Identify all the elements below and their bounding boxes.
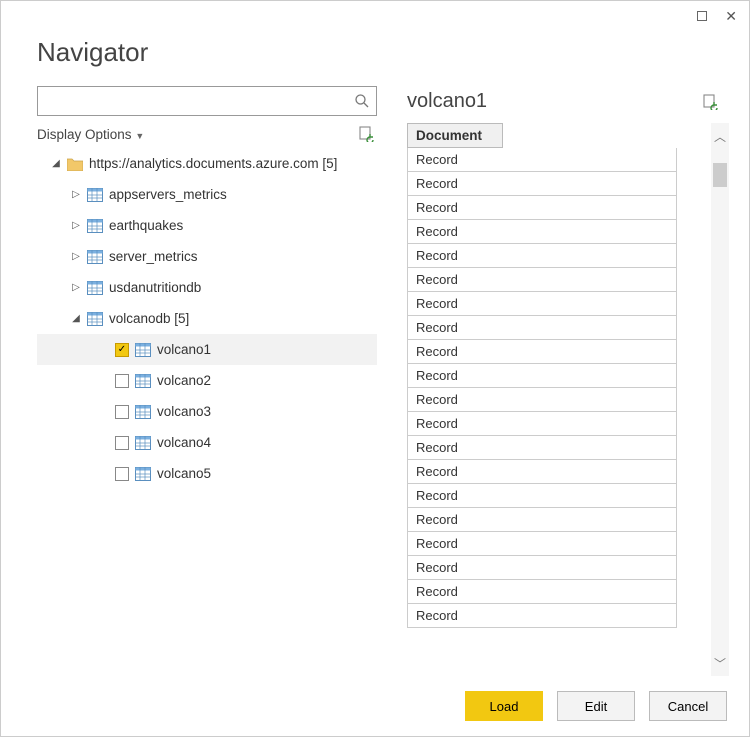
display-options-label: Display Options: [37, 127, 132, 142]
tree-collection-label: volcano4: [157, 435, 211, 450]
tree-collection[interactable]: volcano4: [37, 427, 377, 458]
table-icon: [135, 405, 151, 419]
checkbox-icon[interactable]: [115, 374, 129, 388]
tree-db-label: usdanutritiondb: [109, 280, 201, 295]
folder-icon: [67, 157, 83, 171]
table-icon: [87, 219, 103, 233]
table-icon: [135, 343, 151, 357]
tree-db-label: appservers_metrics: [109, 187, 227, 202]
scrollbar[interactable]: ︿ ﹀: [711, 123, 729, 676]
tree-db[interactable]: ▷ earthquakes: [37, 210, 377, 241]
table-icon: [87, 188, 103, 202]
tree-db-label: server_metrics: [109, 249, 198, 264]
table-row[interactable]: Record: [407, 580, 677, 604]
table-row[interactable]: Record: [407, 220, 677, 244]
column-header-document[interactable]: Document: [407, 123, 503, 148]
tree-db-label: volcanodb [5]: [109, 311, 189, 326]
table-row[interactable]: Record: [407, 364, 677, 388]
tree-db-volcanodb[interactable]: ◢ volcanodb [5]: [37, 303, 377, 334]
titlebar: ✕: [1, 1, 749, 31]
edit-button[interactable]: Edit: [557, 691, 635, 721]
caret-right-icon: ▷: [71, 251, 81, 262]
refresh-icon[interactable]: [359, 126, 375, 142]
tree-db[interactable]: ▷ server_metrics: [37, 241, 377, 272]
checkbox-icon[interactable]: [115, 467, 129, 481]
close-icon[interactable]: ✕: [725, 8, 737, 25]
load-button[interactable]: Load: [465, 691, 543, 721]
table-icon: [135, 436, 151, 450]
right-pane: volcano1 Document RecordRecordRecordReco…: [407, 86, 729, 676]
chevron-down-icon: ▼: [135, 131, 144, 141]
scroll-down-icon[interactable]: ﹀: [711, 650, 729, 676]
preview-title: volcano1: [407, 90, 487, 113]
table-row[interactable]: Record: [407, 292, 677, 316]
table-row[interactable]: Record: [407, 460, 677, 484]
content: Display Options ▼ ◢ https://analytics.do…: [1, 86, 749, 676]
table-icon: [135, 374, 151, 388]
table-row[interactable]: Record: [407, 436, 677, 460]
tree-db[interactable]: ▷ appservers_metrics: [37, 179, 377, 210]
tree-db[interactable]: ▷ usdanutritiondb: [37, 272, 377, 303]
table-icon: [87, 281, 103, 295]
caret-down-icon: ◢: [71, 313, 81, 324]
left-pane: Display Options ▼ ◢ https://analytics.do…: [37, 86, 377, 676]
preview-grid: Document RecordRecordRecordRecordRecordR…: [407, 123, 703, 676]
table-row[interactable]: Record: [407, 148, 677, 172]
table-row[interactable]: Record: [407, 340, 677, 364]
tree-collection[interactable]: volcano2: [37, 365, 377, 396]
table-row[interactable]: Record: [407, 532, 677, 556]
refresh-preview-icon[interactable]: [703, 94, 719, 110]
search-input[interactable]: [44, 93, 354, 110]
caret-right-icon: ▷: [71, 282, 81, 293]
tree-collection-label: volcano5: [157, 466, 211, 481]
scroll-up-icon[interactable]: ︿: [711, 123, 729, 149]
page-title: Navigator: [1, 31, 749, 86]
table-row[interactable]: Record: [407, 508, 677, 532]
tree-db-label: earthquakes: [109, 218, 183, 233]
table-icon: [87, 312, 103, 326]
display-options-row: Display Options ▼: [37, 116, 377, 148]
table-row[interactable]: Record: [407, 484, 677, 508]
tree-collection[interactable]: volcano5: [37, 458, 377, 489]
tree-root-label: https://analytics.documents.azure.com [5…: [89, 156, 337, 171]
tree-collection[interactable]: volcano3: [37, 396, 377, 427]
scrollbar-thumb[interactable]: [713, 163, 727, 187]
table-icon: [135, 467, 151, 481]
preview-body: Document RecordRecordRecordRecordRecordR…: [407, 123, 729, 676]
navigator-window: ✕ Navigator Display Options ▼: [0, 0, 750, 737]
search-box[interactable]: [37, 86, 377, 116]
tree-collection-label: volcano3: [157, 404, 211, 419]
table-row[interactable]: Record: [407, 604, 677, 628]
search-icon[interactable]: [354, 93, 370, 109]
tree: ◢ https://analytics.documents.azure.com …: [37, 148, 377, 489]
caret-down-icon: ◢: [51, 158, 61, 169]
table-row[interactable]: Record: [407, 268, 677, 292]
table-row[interactable]: Record: [407, 316, 677, 340]
tree-collection[interactable]: ✓ volcano1: [37, 334, 377, 365]
caret-right-icon: ▷: [71, 189, 81, 200]
checkbox-icon[interactable]: [115, 436, 129, 450]
table-row[interactable]: Record: [407, 412, 677, 436]
tree-root[interactable]: ◢ https://analytics.documents.azure.com …: [37, 148, 377, 179]
table-row[interactable]: Record: [407, 196, 677, 220]
tree-collection-label: volcano1: [157, 342, 211, 357]
preview-header: volcano1: [407, 86, 729, 123]
caret-right-icon: ▷: [71, 220, 81, 231]
table-row[interactable]: Record: [407, 388, 677, 412]
display-options-button[interactable]: Display Options ▼: [37, 127, 144, 142]
table-row[interactable]: Record: [407, 172, 677, 196]
table-icon: [87, 250, 103, 264]
cancel-button[interactable]: Cancel: [649, 691, 727, 721]
tree-collection-label: volcano2: [157, 373, 211, 388]
footer: Load Edit Cancel: [1, 676, 749, 736]
table-row[interactable]: Record: [407, 556, 677, 580]
maximize-icon[interactable]: [697, 8, 707, 24]
checkbox-checked-icon[interactable]: ✓: [115, 343, 129, 357]
table-row[interactable]: Record: [407, 244, 677, 268]
checkbox-icon[interactable]: [115, 405, 129, 419]
